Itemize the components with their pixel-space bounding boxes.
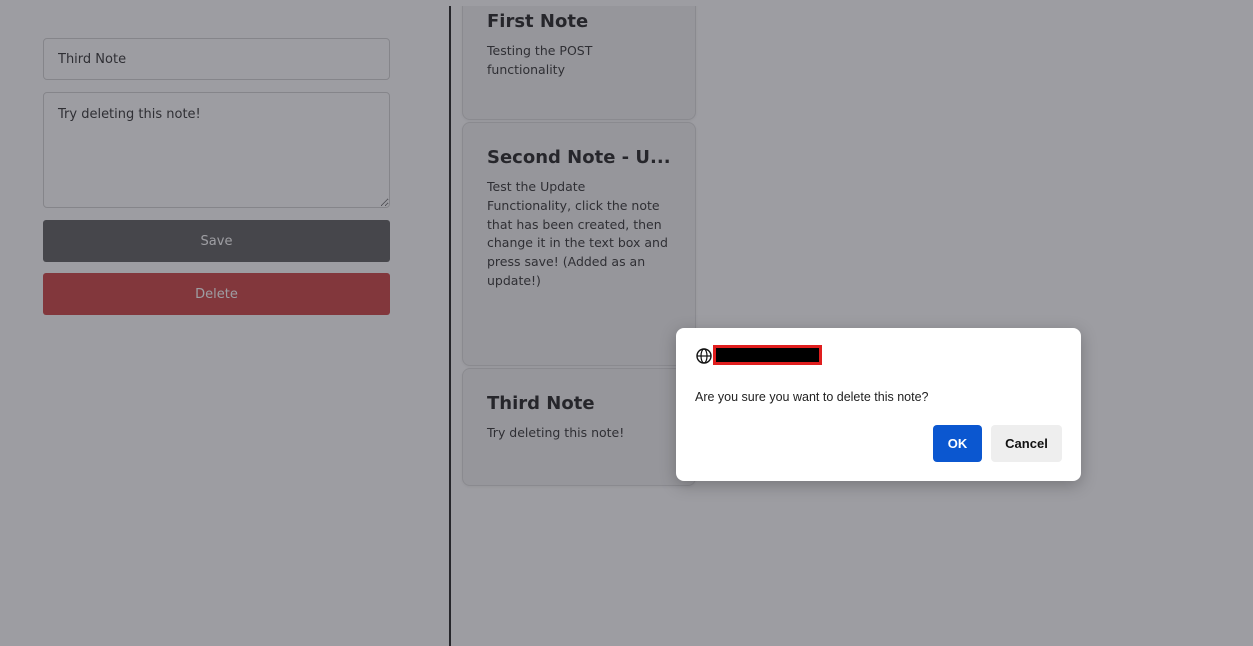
ok-button[interactable]: OK [933, 425, 982, 462]
globe-icon [696, 348, 712, 364]
cancel-button[interactable]: Cancel [991, 425, 1062, 462]
dialog-message: Are you sure you want to delete this not… [695, 390, 929, 404]
confirm-dialog: Are you sure you want to delete this not… [676, 328, 1081, 481]
redacted-origin [713, 345, 822, 365]
modal-backdrop [0, 0, 1253, 646]
